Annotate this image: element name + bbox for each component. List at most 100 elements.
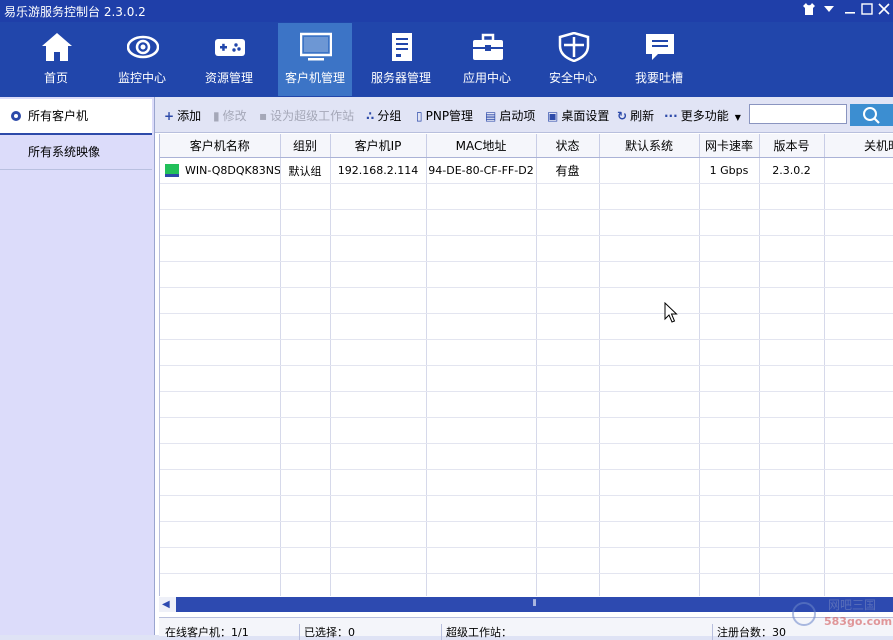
empty-cell: [759, 209, 825, 236]
empty-cell: [160, 209, 281, 236]
empty-table-row: [160, 261, 893, 288]
empty-cell: [599, 183, 700, 210]
set-super-workstation-button[interactable]: ▪ 设为超级工作站: [259, 107, 354, 124]
scrollbar-thumb[interactable]: ⦀: [176, 597, 893, 612]
empty-cell: [699, 339, 760, 366]
column-header-client-name[interactable]: 客户机名称: [160, 134, 281, 158]
empty-cell: [824, 365, 893, 392]
empty-cell: [426, 235, 537, 262]
nav-feedback[interactable]: 我要吐槽: [622, 23, 696, 96]
empty-table-row: [160, 365, 893, 392]
refresh-button[interactable]: ↻ 刷新: [617, 107, 654, 124]
empty-cell: [759, 235, 825, 262]
monitor-icon: [299, 32, 333, 62]
edit-button[interactable]: ▮ 修改: [213, 107, 247, 124]
close-icon[interactable]: [875, 2, 893, 20]
empty-cell: [699, 495, 760, 522]
minimize-icon[interactable]: [841, 2, 859, 20]
empty-table-row: [160, 573, 893, 596]
sidebar-item-all-system-images[interactable]: 所有系统映像: [0, 135, 152, 170]
empty-table-row: [160, 547, 893, 574]
desktop-settings-button[interactable]: ▣ 桌面设置: [547, 107, 609, 124]
column-header-group[interactable]: 组别: [280, 134, 331, 158]
skin-icon[interactable]: [800, 2, 818, 20]
nav-monitor-center[interactable]: 监控中心: [105, 23, 179, 96]
empty-table-row: [160, 339, 893, 366]
nav-server-management[interactable]: 服务器管理: [364, 23, 438, 96]
mac-cell: 94-DE-80-CF-FF-D2: [426, 157, 537, 184]
image-icon: ▣: [547, 109, 559, 123]
empty-cell: [330, 313, 427, 340]
maximize-icon[interactable]: [858, 2, 876, 20]
empty-cell: [280, 573, 331, 596]
empty-cell: [699, 261, 760, 288]
empty-cell: [330, 573, 427, 596]
list-icon: ▤: [485, 109, 497, 123]
refresh-icon: ↻: [617, 109, 628, 123]
empty-cell: [599, 521, 700, 548]
pnp-management-button[interactable]: ▯ PNP管理: [416, 107, 473, 124]
empty-cell: [759, 443, 825, 470]
client-grid: 客户机名称 组别 客户机IP MAC地址 状态 默认系统 网卡速率 版本号 关机…: [160, 134, 893, 596]
empty-cell: [426, 547, 537, 574]
empty-cell: [824, 183, 893, 210]
empty-table-row: [160, 443, 893, 470]
empty-cell: [699, 365, 760, 392]
empty-cell: [699, 183, 760, 210]
sidebar-item-all-clients[interactable]: 所有客户机: [0, 99, 152, 135]
more-icon: ···: [664, 109, 678, 123]
empty-cell: [160, 313, 281, 340]
scroll-left-icon[interactable]: ◀: [162, 599, 170, 610]
nav-label: 资源管理: [204, 71, 253, 85]
empty-cell: [426, 365, 537, 392]
nav-client-management[interactable]: 客户机管理: [278, 23, 352, 96]
empty-cell: [759, 183, 825, 210]
column-header-nic-speed[interactable]: 网卡速率: [699, 134, 760, 158]
empty-cell: [759, 469, 825, 496]
menu-dropdown-icon[interactable]: [820, 2, 838, 20]
client-table: 客户机名称 组别 客户机IP MAC地址 状态 默认系统 网卡速率 版本号 关机…: [159, 134, 893, 596]
horizontal-scrollbar[interactable]: ◀ ⦀: [159, 597, 893, 612]
empty-cell: [426, 573, 537, 596]
nav-resource-management[interactable]: 资源管理: [192, 23, 266, 96]
version-cell: 2.3.0.2: [759, 157, 825, 184]
nav-security-center[interactable]: 安全中心: [536, 23, 610, 96]
empty-cell: [824, 547, 893, 574]
nav-label: 应用中心: [462, 71, 511, 85]
nav-app-center[interactable]: 应用中心: [450, 23, 524, 96]
empty-cell: [330, 261, 427, 288]
sidebar-item-label: 所有客户机: [28, 109, 89, 123]
shield-icon: [558, 31, 590, 63]
empty-cell: [280, 209, 331, 236]
empty-cell: [536, 391, 600, 418]
empty-cell: [280, 235, 331, 262]
column-header-default-system[interactable]: 默认系统: [599, 134, 700, 158]
nav-label: 客户机管理: [284, 71, 345, 85]
more-functions-button[interactable]: ··· 更多功能 ▼: [664, 107, 741, 124]
empty-cell: [536, 313, 600, 340]
nav-home[interactable]: 首页: [19, 23, 93, 96]
empty-cell: [160, 521, 281, 548]
selected-count-status: 已选择：0: [299, 624, 355, 640]
column-header-status[interactable]: 状态: [536, 134, 600, 158]
empty-cell: [426, 391, 537, 418]
column-header-client-ip[interactable]: 客户机IP: [330, 134, 427, 158]
boot-items-button[interactable]: ▤ 启动项: [485, 107, 535, 124]
table-row[interactable]: WIN-Q8DQK83NSF3 默认组 192.168.2.114 94-DE-…: [160, 157, 893, 184]
column-header-shutdown-time[interactable]: 关机时: [824, 134, 893, 158]
workstation-icon: ▪: [259, 109, 268, 123]
search-button[interactable]: [850, 104, 893, 126]
empty-cell: [280, 547, 331, 574]
server-icon: [386, 32, 418, 62]
search-input[interactable]: [749, 104, 847, 124]
add-button[interactable]: + 添加: [164, 107, 201, 124]
column-header-version[interactable]: 版本号: [759, 134, 825, 158]
empty-cell: [536, 183, 600, 210]
empty-cell: [759, 261, 825, 288]
empty-cell: [426, 469, 537, 496]
empty-table-row: [160, 417, 893, 444]
group-button[interactable]: ∴ 分组: [366, 107, 401, 124]
empty-cell: [160, 391, 281, 418]
empty-table-row: [160, 495, 893, 522]
column-header-mac[interactable]: MAC地址: [426, 134, 537, 158]
